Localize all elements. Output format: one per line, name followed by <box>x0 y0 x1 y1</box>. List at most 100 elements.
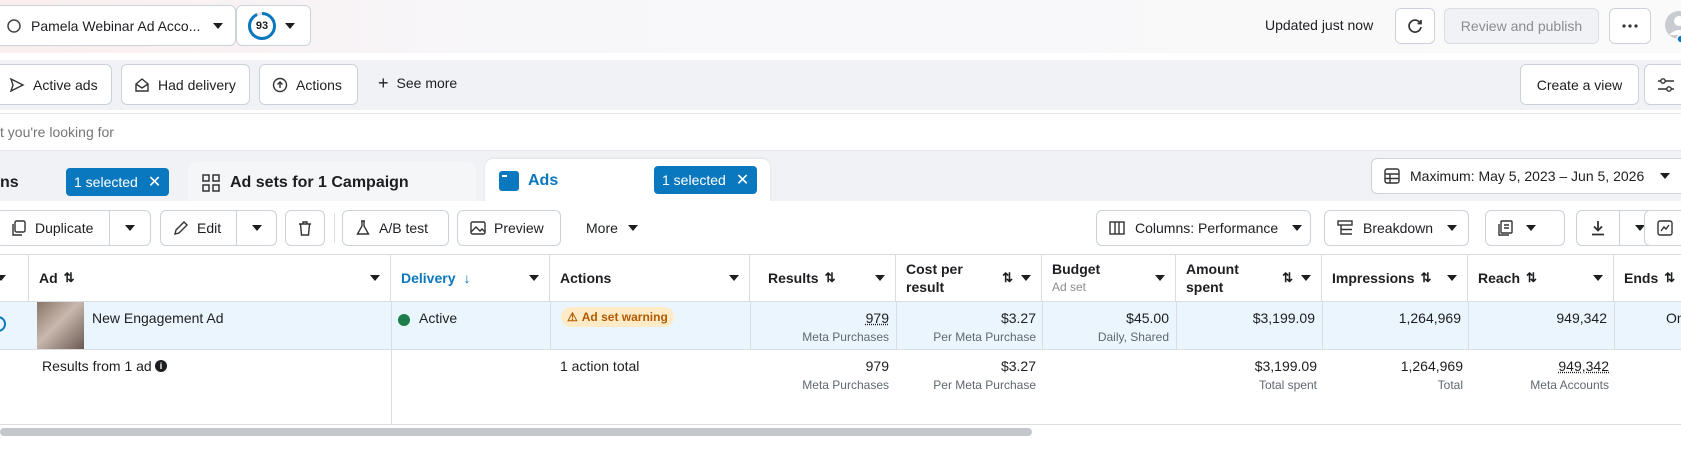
col-divider <box>391 302 392 350</box>
campaigns-selected-badge[interactable]: 1 selected ✕ <box>66 168 169 196</box>
refresh-button[interactable] <box>1395 8 1435 44</box>
tab-adsets[interactable]: Ad sets for 1 Campaign <box>188 162 476 204</box>
sort-down-icon: ↓ <box>463 270 470 286</box>
col-delivery[interactable]: Delivery ↓ <box>391 255 550 301</box>
col-actions[interactable]: Actions <box>550 255 750 301</box>
duplicate-button[interactable]: Duplicate <box>0 210 110 246</box>
toolbar-divider <box>334 213 335 243</box>
columns-button[interactable]: Columns: Performance <box>1096 210 1311 246</box>
close-icon[interactable]: ✕ <box>148 172 161 192</box>
filter-active-ads[interactable]: Active ads <box>0 64 112 105</box>
delete-button[interactable] <box>285 210 325 246</box>
col-results[interactable]: Results ⇅ <box>750 255 896 301</box>
chevron-down-icon <box>1301 275 1311 281</box>
chevron-down-icon <box>628 225 638 231</box>
chevron-down-icon <box>213 23 223 29</box>
horizontal-scrollbar-thumb[interactable] <box>0 428 1032 436</box>
col-cost-per-result[interactable]: Cost per result ⇅ <box>896 255 1042 301</box>
cost-sub: Per Meta Purchase <box>896 330 1036 344</box>
info-icon[interactable]: i <box>155 360 167 372</box>
ads-selected-badge[interactable]: 1 selected ✕ <box>654 166 757 194</box>
filter-had-delivery[interactable]: Had delivery <box>121 64 250 105</box>
table-row[interactable]: New Engagement Ad Active ⚠ Ad set warnin… <box>0 302 1681 350</box>
create-view-button[interactable]: Create a view <box>1520 64 1639 105</box>
sort-icon: ⇅ <box>1002 269 1013 287</box>
trash-icon <box>297 220 313 236</box>
cost-value: $3.27 <box>896 310 1036 326</box>
col-reach-label: Reach <box>1478 270 1520 286</box>
summary-reach-sub: Meta Accounts <box>1468 378 1609 392</box>
summary-cost-sub: Per Meta Purchase <box>896 378 1036 392</box>
score-value: 93 <box>256 20 268 32</box>
col-ad[interactable]: Ad ⇅ <box>29 255 391 301</box>
see-more-button[interactable]: + See more <box>378 75 457 91</box>
search-input[interactable] <box>0 118 900 146</box>
col-amount-spent[interactable]: Amount spent ⇅ <box>1176 255 1322 301</box>
preview-button[interactable]: Preview <box>457 210 561 246</box>
charts-button[interactable] <box>1644 210 1681 246</box>
sort-icon: ⇅ <box>825 270 836 286</box>
col-checkbox[interactable] <box>0 255 29 301</box>
budget-value: $45.00 <box>1042 310 1169 326</box>
warning-label: Ad set warning <box>582 310 668 324</box>
breakdown-button[interactable]: Breakdown <box>1324 210 1469 246</box>
edit-button[interactable]: Edit <box>160 210 237 246</box>
report-button[interactable] <box>1485 210 1565 246</box>
ad-thumbnail[interactable] <box>37 302 84 349</box>
chevron-down-icon <box>370 275 380 281</box>
preview-label: Preview <box>494 220 544 236</box>
edit-dropdown[interactable] <box>236 210 277 246</box>
ends-value: On <box>1666 310 1681 326</box>
chevron-down-icon <box>1155 275 1165 281</box>
ab-test-button[interactable]: A/B test <box>342 210 449 246</box>
account-selector[interactable]: Pamela Webinar Ad Acco... <box>0 5 236 46</box>
duplicate-label: Duplicate <box>35 220 93 236</box>
col-budget-label: Budget <box>1052 260 1100 278</box>
table-header: Ad ⇅ Delivery ↓ Actions Results ⇅ Cost p… <box>0 254 1681 302</box>
summary-cost: $3.27 <box>896 358 1036 374</box>
sort-icon: ⇅ <box>1282 269 1293 287</box>
col-ad-label: Ad <box>39 270 58 286</box>
close-icon[interactable]: ✕ <box>736 170 749 190</box>
sliders-icon <box>1657 77 1675 93</box>
date-range-picker[interactable]: Maximum: May 5, 2023 – Jun 5, 2026 <box>1371 158 1681 194</box>
row-toggle[interactable] <box>0 316 6 332</box>
results-value[interactable]: 979 <box>750 310 889 326</box>
edit-label: Edit <box>197 220 221 236</box>
ad-icon <box>499 171 519 191</box>
avatar[interactable] <box>1663 8 1681 44</box>
col-reach[interactable]: Reach ⇅ <box>1468 255 1614 301</box>
warning-badge[interactable]: ⚠ Ad set warning <box>561 307 674 327</box>
sort-icon: ⇅ <box>64 270 75 286</box>
sort-icon: ⇅ <box>1664 270 1675 286</box>
tab-adsets-label: Ad sets for 1 Campaign <box>230 174 409 192</box>
filter-settings-button[interactable] <box>1644 64 1681 105</box>
col-budget[interactable]: Budget Ad set <box>1042 255 1176 301</box>
chevron-down-icon <box>875 275 885 281</box>
chevron-down-icon <box>1292 225 1302 231</box>
score-ring: 93 <box>247 11 277 41</box>
summary-spent-sub: Total spent <box>1176 378 1317 392</box>
ad-name[interactable]: New Engagement Ad <box>92 310 224 326</box>
summary-reach[interactable]: 949,342 <box>1468 358 1609 374</box>
summary-label: Results from 1 ad <box>42 358 152 374</box>
chevron-down-icon <box>529 275 539 281</box>
score-button[interactable]: 93 <box>236 5 311 46</box>
review-publish-button[interactable]: Review and publish <box>1444 8 1599 44</box>
col-divider <box>1614 302 1615 350</box>
duplicate-dropdown[interactable] <box>109 210 151 246</box>
col-ends[interactable]: Ends ⇅ <box>1614 255 1681 301</box>
export-button[interactable] <box>1576 210 1620 246</box>
download-icon <box>1590 220 1606 236</box>
col-impressions[interactable]: Impressions ⇅ <box>1322 255 1468 301</box>
chevron-down-icon <box>1447 225 1457 231</box>
grid-icon <box>202 174 220 192</box>
more-options-button[interactable] <box>1609 8 1651 44</box>
filter-actions[interactable]: Actions <box>259 64 358 105</box>
updated-status: Updated just now <box>1265 17 1373 33</box>
filter-label: Actions <box>296 77 342 93</box>
tab-campaigns-label: ns <box>0 174 19 192</box>
pencil-icon <box>173 220 189 236</box>
table-bottom-border <box>0 424 1681 425</box>
more-menu-button[interactable]: More <box>586 220 638 236</box>
